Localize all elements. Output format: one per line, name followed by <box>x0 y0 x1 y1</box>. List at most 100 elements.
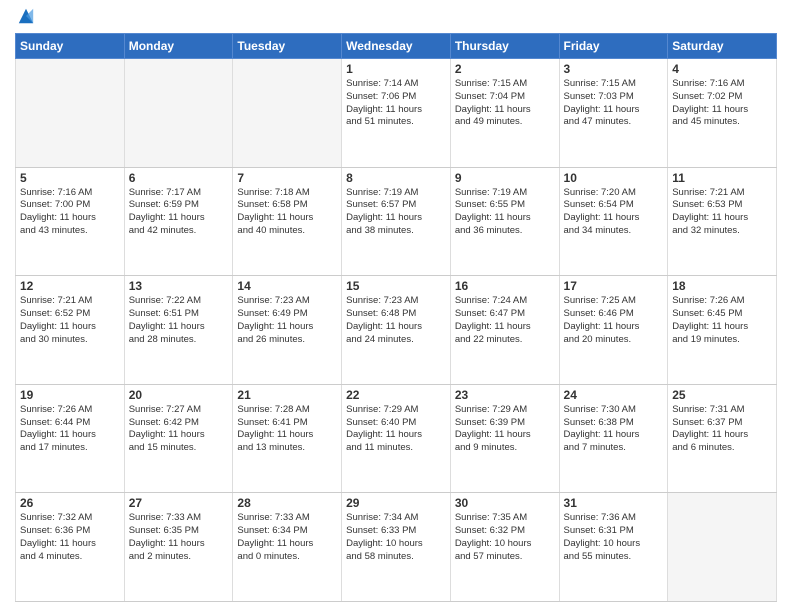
day-cell: 18 Sunrise: 7:26 AM Sunset: 6:45 PM Dayli… <box>668 276 777 385</box>
day-number: 19 <box>20 388 120 402</box>
day-cell: 31 Sunrise: 7:36 AM Sunset: 6:31 PM Dayli… <box>559 493 668 602</box>
day-cell: 30 Sunrise: 7:35 AM Sunset: 6:32 PM Dayli… <box>450 493 559 602</box>
day-number: 7 <box>237 171 337 185</box>
day-cell: 29Sunrise: 7:34 AM Sunset: 6:33 PM Dayli… <box>342 493 451 602</box>
day-info: Sunrise: 7:21 AM Sunset: 6:53 PM Dayligh… <box>672 187 772 238</box>
day-number: 4 <box>672 62 772 76</box>
week-row-3: 12Sunrise: 7:21 AM Sunset: 6:52 PM Dayli… <box>16 276 777 385</box>
day-cell <box>233 59 342 168</box>
day-cell: 3 Sunrise: 7:15 AM Sunset: 7:03 PM Daylig… <box>559 59 668 168</box>
day-number: 8 <box>346 171 446 185</box>
day-cell: 5 Sunrise: 7:16 AM Sunset: 7:00 PM Daylig… <box>16 167 125 276</box>
day-info: Sunrise: 7:32 AM Sunset: 6:36 PM Dayligh… <box>20 512 120 563</box>
day-cell: 9Sunrise: 7:19 AM Sunset: 6:55 PM Daylig… <box>450 167 559 276</box>
day-cell: 19 Sunrise: 7:26 AM Sunset: 6:44 PM Dayli… <box>16 384 125 493</box>
day-cell: 4 Sunrise: 7:16 AM Sunset: 7:02 PM Daylig… <box>668 59 777 168</box>
day-number: 16 <box>455 279 555 293</box>
day-info: Sunrise: 7:18 AM Sunset: 6:58 PM Dayligh… <box>237 187 337 238</box>
header <box>15 10 777 25</box>
header-friday: Friday <box>559 34 668 59</box>
page: Sunday Monday Tuesday Wednesday Thursday… <box>0 0 792 612</box>
day-number: 10 <box>564 171 664 185</box>
day-info: Sunrise: 7:15 AM Sunset: 7:03 PM Dayligh… <box>564 78 664 129</box>
day-info: Sunrise: 7:19 AM Sunset: 6:55 PM Dayligh… <box>455 187 555 238</box>
day-number: 3 <box>564 62 664 76</box>
day-cell: 10 Sunrise: 7:20 AM Sunset: 6:54 PM Dayli… <box>559 167 668 276</box>
day-info: Sunrise: 7:35 AM Sunset: 6:32 PM Dayligh… <box>455 512 555 563</box>
day-info: Sunrise: 7:29 AM Sunset: 6:40 PM Dayligh… <box>346 404 446 455</box>
day-number: 30 <box>455 496 555 510</box>
day-info: Sunrise: 7:26 AM Sunset: 6:44 PM Dayligh… <box>20 404 120 455</box>
day-cell: 8Sunrise: 7:19 AM Sunset: 6:57 PM Daylig… <box>342 167 451 276</box>
day-info: Sunrise: 7:16 AM Sunset: 7:02 PM Dayligh… <box>672 78 772 129</box>
day-cell: 17 Sunrise: 7:25 AM Sunset: 6:46 PM Dayli… <box>559 276 668 385</box>
day-info: Sunrise: 7:16 AM Sunset: 7:00 PM Dayligh… <box>20 187 120 238</box>
header-sunday: Sunday <box>16 34 125 59</box>
day-number: 5 <box>20 171 120 185</box>
week-row-5: 26 Sunrise: 7:32 AM Sunset: 6:36 PM Dayli… <box>16 493 777 602</box>
day-number: 26 <box>20 496 120 510</box>
logo-icon <box>17 7 35 25</box>
logo <box>15 15 35 25</box>
weekday-header-row: Sunday Monday Tuesday Wednesday Thursday… <box>16 34 777 59</box>
day-info: Sunrise: 7:25 AM Sunset: 6:46 PM Dayligh… <box>564 295 664 346</box>
day-number: 31 <box>564 496 664 510</box>
day-number: 17 <box>564 279 664 293</box>
day-cell: 26 Sunrise: 7:32 AM Sunset: 6:36 PM Dayli… <box>16 493 125 602</box>
day-cell: 15 Sunrise: 7:23 AM Sunset: 6:48 PM Dayli… <box>342 276 451 385</box>
day-info: Sunrise: 7:23 AM Sunset: 6:49 PM Dayligh… <box>237 295 337 346</box>
day-number: 29 <box>346 496 446 510</box>
day-number: 15 <box>346 279 446 293</box>
day-number: 22 <box>346 388 446 402</box>
day-info: Sunrise: 7:31 AM Sunset: 6:37 PM Dayligh… <box>672 404 772 455</box>
day-cell: 16Sunrise: 7:24 AM Sunset: 6:47 PM Dayli… <box>450 276 559 385</box>
day-number: 28 <box>237 496 337 510</box>
day-number: 27 <box>129 496 229 510</box>
day-number: 11 <box>672 171 772 185</box>
day-number: 25 <box>672 388 772 402</box>
day-cell: 14 Sunrise: 7:23 AM Sunset: 6:49 PM Dayli… <box>233 276 342 385</box>
day-number: 20 <box>129 388 229 402</box>
day-number: 1 <box>346 62 446 76</box>
day-number: 21 <box>237 388 337 402</box>
calendar-table: Sunday Monday Tuesday Wednesday Thursday… <box>15 33 777 602</box>
day-cell: 22 Sunrise: 7:29 AM Sunset: 6:40 PM Dayli… <box>342 384 451 493</box>
header-monday: Monday <box>124 34 233 59</box>
day-cell: 11 Sunrise: 7:21 AM Sunset: 6:53 PM Dayli… <box>668 167 777 276</box>
day-cell <box>16 59 125 168</box>
day-cell: 2Sunrise: 7:15 AM Sunset: 7:04 PM Daylig… <box>450 59 559 168</box>
day-number: 12 <box>20 279 120 293</box>
week-row-1: 1 Sunrise: 7:14 AM Sunset: 7:06 PM Daylig… <box>16 59 777 168</box>
header-wednesday: Wednesday <box>342 34 451 59</box>
day-number: 13 <box>129 279 229 293</box>
week-row-4: 19 Sunrise: 7:26 AM Sunset: 6:44 PM Dayli… <box>16 384 777 493</box>
header-thursday: Thursday <box>450 34 559 59</box>
day-cell: 24Sunrise: 7:30 AM Sunset: 6:38 PM Dayli… <box>559 384 668 493</box>
day-cell <box>668 493 777 602</box>
day-cell: 13Sunrise: 7:22 AM Sunset: 6:51 PM Dayli… <box>124 276 233 385</box>
day-number: 6 <box>129 171 229 185</box>
day-info: Sunrise: 7:36 AM Sunset: 6:31 PM Dayligh… <box>564 512 664 563</box>
day-info: Sunrise: 7:29 AM Sunset: 6:39 PM Dayligh… <box>455 404 555 455</box>
day-cell: 28 Sunrise: 7:33 AM Sunset: 6:34 PM Dayli… <box>233 493 342 602</box>
day-info: Sunrise: 7:26 AM Sunset: 6:45 PM Dayligh… <box>672 295 772 346</box>
day-info: Sunrise: 7:20 AM Sunset: 6:54 PM Dayligh… <box>564 187 664 238</box>
day-cell: 25 Sunrise: 7:31 AM Sunset: 6:37 PM Dayli… <box>668 384 777 493</box>
day-number: 14 <box>237 279 337 293</box>
day-number: 23 <box>455 388 555 402</box>
day-cell: 21 Sunrise: 7:28 AM Sunset: 6:41 PM Dayli… <box>233 384 342 493</box>
day-info: Sunrise: 7:27 AM Sunset: 6:42 PM Dayligh… <box>129 404 229 455</box>
day-cell: 23 Sunrise: 7:29 AM Sunset: 6:39 PM Dayli… <box>450 384 559 493</box>
day-info: Sunrise: 7:33 AM Sunset: 6:34 PM Dayligh… <box>237 512 337 563</box>
day-cell <box>124 59 233 168</box>
day-info: Sunrise: 7:14 AM Sunset: 7:06 PM Dayligh… <box>346 78 446 129</box>
day-info: Sunrise: 7:17 AM Sunset: 6:59 PM Dayligh… <box>129 187 229 238</box>
day-number: 24 <box>564 388 664 402</box>
day-info: Sunrise: 7:28 AM Sunset: 6:41 PM Dayligh… <box>237 404 337 455</box>
day-cell: 1 Sunrise: 7:14 AM Sunset: 7:06 PM Daylig… <box>342 59 451 168</box>
header-tuesday: Tuesday <box>233 34 342 59</box>
day-cell: 12Sunrise: 7:21 AM Sunset: 6:52 PM Dayli… <box>16 276 125 385</box>
day-info: Sunrise: 7:23 AM Sunset: 6:48 PM Dayligh… <box>346 295 446 346</box>
day-info: Sunrise: 7:33 AM Sunset: 6:35 PM Dayligh… <box>129 512 229 563</box>
day-number: 18 <box>672 279 772 293</box>
